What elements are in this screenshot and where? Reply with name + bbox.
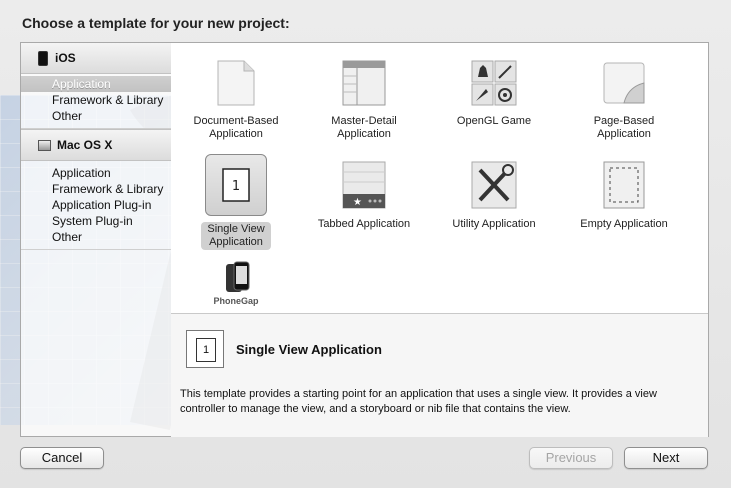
sidebar-item-mac-framework-library[interactable]: Framework & Library <box>21 181 171 197</box>
template-utility[interactable]: Utility Application <box>429 160 559 231</box>
sidebar-item-mac-system-plugin[interactable]: System Plug-in <box>21 213 171 229</box>
sidebar-section-label: Mac OS X <box>57 138 113 152</box>
sidebar-group-ios: Application Framework & Library Other <box>21 74 171 129</box>
template-label: Tabbed Application <box>317 218 411 230</box>
mac-icon <box>38 139 51 151</box>
new-project-sheet: Choose a template for your new project: … <box>0 0 731 488</box>
opengl-game-icon <box>468 57 520 109</box>
next-button[interactable]: Next <box>624 447 708 469</box>
dialog-title: Choose a template for your new project: <box>22 15 290 31</box>
tabbed-icon: ★ <box>338 160 390 212</box>
template-empty[interactable]: Empty Application <box>559 160 689 231</box>
template-tabbed[interactable]: ★ Tabbed Application <box>299 160 429 231</box>
template-grid: Document-Based Application Master-Detail… <box>171 43 708 313</box>
master-detail-icon <box>338 57 390 109</box>
template-label: Single View Application <box>201 222 271 250</box>
sidebar-item-ios-application[interactable]: Application <box>21 76 171 92</box>
sidebar-section-ios: iOS <box>21 43 171 74</box>
description-text: This template provides a starting point … <box>180 388 657 415</box>
template-master-detail[interactable]: Master-Detail Application <box>299 57 429 141</box>
sidebar-item-ios-other[interactable]: Other <box>21 108 171 124</box>
description-title: Single View Application <box>236 342 382 357</box>
template-label: PhoneGap <box>213 296 259 306</box>
template-label: OpenGL Game <box>456 115 532 127</box>
template-panel: Document-Based Application Master-Detail… <box>171 42 709 437</box>
phonegap-icon <box>210 261 262 295</box>
empty-app-icon <box>598 160 650 212</box>
template-single-view[interactable]: 1 Single View Application <box>171 154 301 250</box>
sidebar-item-ios-framework-library[interactable]: Framework & Library <box>21 92 171 108</box>
sidebar-group-macosx: Application Framework & Library Applicat… <box>21 161 171 250</box>
svg-text:★: ★ <box>353 197 362 208</box>
template-page-based[interactable]: Page-Based Application <box>559 57 689 141</box>
template-label: Page-Based Application <box>593 115 655 140</box>
template-category-sidebar: iOS Application Framework & Library Othe… <box>20 42 172 437</box>
document-icon <box>210 57 262 109</box>
svg-text:1: 1 <box>232 179 240 194</box>
template-document-based[interactable]: Document-Based Application <box>171 57 301 141</box>
sidebar-section-macosx: Mac OS X <box>21 129 171 161</box>
template-label: Document-Based Application <box>193 115 279 140</box>
single-view-icon: 1 <box>186 330 224 368</box>
template-label: Master-Detail Application <box>331 115 397 140</box>
template-label: Empty Application <box>580 218 668 230</box>
sidebar-item-mac-application[interactable]: Application <box>21 165 171 181</box>
template-description-panel: 1 Single View Application This template … <box>171 313 708 437</box>
page-curl-icon <box>598 57 650 109</box>
single-view-icon: 1 <box>205 154 267 216</box>
sidebar-item-mac-other[interactable]: Other <box>21 229 171 245</box>
sidebar-item-mac-application-plugin[interactable]: Application Plug-in <box>21 197 171 213</box>
template-label-wrap: Single View Application <box>171 222 301 250</box>
template-opengl-game[interactable]: OpenGL Game <box>429 57 559 128</box>
template-phonegap[interactable]: PhoneGap <box>171 261 301 308</box>
icon-number: 1 <box>196 338 216 362</box>
template-label: Utility Application <box>452 218 536 230</box>
cancel-button[interactable]: Cancel <box>20 447 104 469</box>
iphone-icon <box>38 50 48 66</box>
previous-button[interactable]: Previous <box>529 447 613 469</box>
sidebar-section-label: iOS <box>55 51 76 65</box>
utility-tools-icon <box>468 160 520 212</box>
